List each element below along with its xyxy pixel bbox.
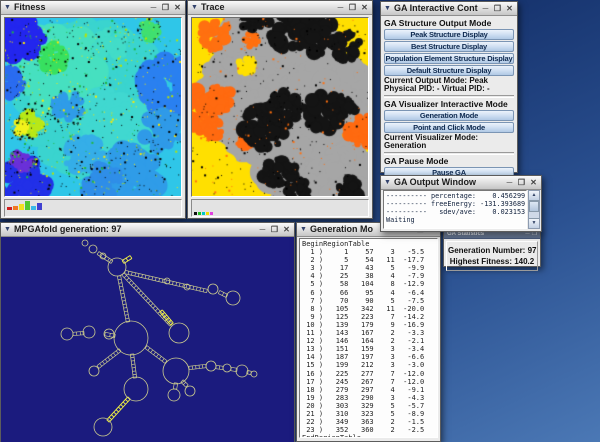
window-title: GA Interactive Controls xyxy=(394,2,478,15)
maximize-icon[interactable]: ❐ xyxy=(517,178,526,188)
structure-output-buttons: Peak Structure DisplayBest Structure Dis… xyxy=(384,29,514,76)
fitness-map-frame xyxy=(4,17,182,197)
trace-titlebar[interactable]: ▼ Trace ─ ❐ ✕ xyxy=(188,1,372,15)
window-menu-icon[interactable]: ▼ xyxy=(384,176,391,189)
window-menu-icon[interactable]: ▼ xyxy=(300,223,307,236)
region-table-text: BeginRegionTable 1 ) 1 57 3 -5.5 2 ) 5 5… xyxy=(302,240,435,438)
generation-number-text: Generation Number: 97 xyxy=(448,245,536,256)
window-menu-icon[interactable]: ▼ xyxy=(191,1,198,14)
trace-heatmap[interactable] xyxy=(192,18,368,196)
scroll-up-icon[interactable]: ▲ xyxy=(529,191,539,201)
section-label-pause-mode: GA Pause Mode xyxy=(384,157,514,166)
close-icon[interactable]: ✕ xyxy=(360,3,369,13)
maximize-icon[interactable]: ❐ xyxy=(493,4,502,14)
fitness-heatmap[interactable] xyxy=(5,18,181,196)
ga-output-window: ▼ GA Output Window ─ ❐ ✕ ---------- perc… xyxy=(380,175,542,232)
section-label-visualizer-mode: GA Visualizer Interactive Mode xyxy=(384,100,514,109)
output-log-text: ---------- percentage: 0.456299 --------… xyxy=(386,192,524,224)
ga-statistics-window: GA Statistics ─ ❐ Generation Number: 97 … xyxy=(443,229,541,267)
output-titlebar[interactable]: ▼ GA Output Window ─ ❐ ✕ xyxy=(381,176,541,190)
button-generation-mode[interactable]: Generation Mode xyxy=(384,110,514,121)
minimize-icon[interactable]: ─ xyxy=(258,225,267,235)
rna-canvas-area xyxy=(1,237,294,442)
section-label-structure-output: GA Structure Output Mode xyxy=(384,19,514,28)
window-title: GA Output Window xyxy=(394,176,502,189)
fitness-legend-strip xyxy=(4,199,182,217)
visualizer-mode-buttons: Generation ModePoint and Click Mode xyxy=(384,110,514,133)
fitness-window: ▼ Fitness ─ ❐ ✕ xyxy=(0,0,186,219)
separator xyxy=(384,152,514,155)
close-icon[interactable]: ✕ xyxy=(282,225,291,235)
statistics-panel: Generation Number: 97 Highest Fitness: 1… xyxy=(446,241,538,271)
highest-fitness-text: Highest Fitness: 140.2 xyxy=(448,256,536,267)
status-line: Physical PID: - Virtual PID: - xyxy=(384,85,514,93)
controls-content: GA Structure Output Mode Peak Structure … xyxy=(381,16,517,192)
scrollbar-thumb[interactable] xyxy=(529,201,539,212)
button-best-structure-display[interactable]: Best Structure Display xyxy=(384,41,514,52)
legend-swatch xyxy=(202,212,205,215)
separator xyxy=(384,95,514,98)
button-default-structure-display[interactable]: Default Structure Display xyxy=(384,65,514,76)
trace-map-frame xyxy=(191,17,369,197)
controls-titlebar[interactable]: ▼ GA Interactive Controls ─ ❐ ✕ xyxy=(381,2,517,16)
structure-output-status: Current Output Mode: PeakPhysical PID: -… xyxy=(384,77,514,93)
output-log-panel: ---------- percentage: 0.456299 --------… xyxy=(383,190,527,229)
maximize-icon[interactable]: ❐ xyxy=(270,225,279,235)
window-title: Fitness xyxy=(14,1,146,14)
fitness-titlebar[interactable]: ▼ Fitness ─ ❐ ✕ xyxy=(1,1,185,15)
window-menu-icon[interactable]: ▼ xyxy=(4,223,11,236)
button-peak-structure-display[interactable]: Peak Structure Display xyxy=(384,29,514,40)
trace-window: ▼ Trace ─ ❐ ✕ xyxy=(187,0,373,219)
legend-swatch xyxy=(198,212,201,215)
region-table-panel: BeginRegionTable 1 ) 1 57 3 -5.5 2 ) 5 5… xyxy=(299,238,438,438)
minimize-icon[interactable]: ─ xyxy=(505,178,514,188)
mpgafold-titlebar[interactable]: ▼ MPGAfold generation: 97 ─ ❐ ✕ xyxy=(1,223,294,237)
legend-swatch xyxy=(206,212,209,215)
window-title: MPGAfold generation: 97 xyxy=(14,223,255,236)
maximize-icon[interactable]: ❐ xyxy=(348,3,357,13)
button-point-and-click-mode[interactable]: Point and Click Mode xyxy=(384,122,514,133)
window-menu-icon[interactable]: ▼ xyxy=(384,2,391,15)
scroll-down-icon[interactable]: ▼ xyxy=(529,218,539,228)
close-icon[interactable]: ✕ xyxy=(505,4,514,14)
window-menu-icon[interactable]: ▼ xyxy=(4,1,11,14)
minimize-icon[interactable]: ─ xyxy=(481,4,490,14)
trace-color-legend xyxy=(194,212,213,215)
visualizer-mode-status: Current Visualizer Mode: Generation xyxy=(384,134,514,150)
ga-interactive-controls-window: ▼ GA Interactive Controls ─ ❐ ✕ GA Struc… xyxy=(380,1,518,173)
legend-swatch xyxy=(210,212,213,215)
desktop: ▼ Fitness ─ ❐ ✕ ▼ Trace ─ ❐ ✕ ▼ xyxy=(0,0,600,442)
fitness-color-legend xyxy=(7,197,43,215)
button-population-element-structure-display[interactable]: Population Element Structure Display xyxy=(384,53,514,64)
close-icon[interactable]: ✕ xyxy=(529,178,538,188)
maximize-icon[interactable]: ❐ xyxy=(161,3,170,13)
minimize-icon[interactable]: ─ xyxy=(336,3,345,13)
trace-legend-strip xyxy=(191,199,369,217)
mpgafold-window: ▼ MPGAfold generation: 97 ─ ❐ ✕ xyxy=(0,222,295,442)
close-icon[interactable]: ✕ xyxy=(173,3,182,13)
minimize-icon[interactable]: ─ xyxy=(149,3,158,13)
rna-structure xyxy=(1,237,294,442)
status-line: Current Visualizer Mode: Generation xyxy=(384,134,514,150)
legend-swatch xyxy=(194,212,197,215)
window-title: Trace xyxy=(201,1,333,14)
output-scrollbar[interactable]: ▲ ▼ xyxy=(528,190,540,229)
generation-monitor-window: ▼ Generation Mo ─ ❐ ✕ BeginRegionTable 1… xyxy=(296,222,441,442)
